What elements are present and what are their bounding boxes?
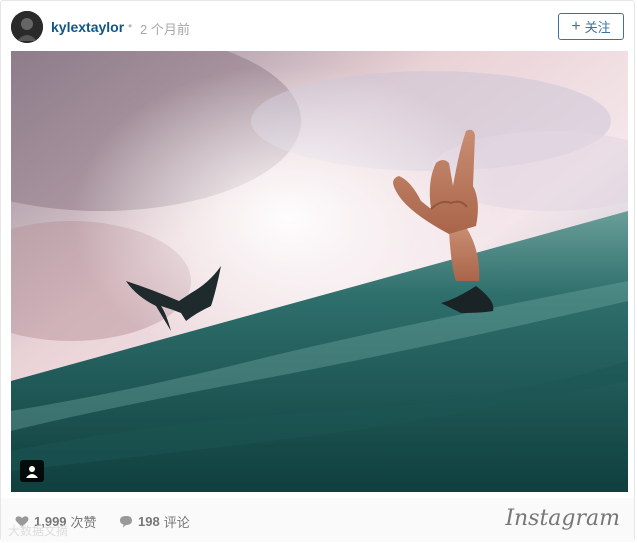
- likes-label: 次赞: [70, 515, 97, 530]
- comments-count: 198: [138, 514, 160, 529]
- instagram-logo[interactable]: Instagram: [505, 506, 620, 531]
- post-timestamp[interactable]: 2 个月前: [140, 19, 190, 38]
- tagged-users-button[interactable]: [20, 460, 44, 482]
- follow-label: 关注: [584, 20, 611, 35]
- post-header: kylextaylor • 2 个月前 + 关注: [1, 1, 634, 51]
- comments-summary[interactable]: 198 评论: [119, 512, 190, 531]
- comment-icon: [120, 516, 132, 528]
- comments-label: 评论: [163, 515, 190, 530]
- plus-icon: +: [571, 17, 581, 35]
- post-photo[interactable]: [11, 51, 628, 492]
- separator-dot: •: [128, 19, 133, 33]
- person-icon: [26, 466, 38, 478]
- follow-button[interactable]: + 关注: [558, 13, 624, 40]
- avatar[interactable]: [11, 11, 43, 43]
- username-link[interactable]: kylextaylor: [51, 19, 124, 35]
- watermark-text: 大数据文摘: [8, 524, 69, 538]
- post-card: kylextaylor • 2 个月前 + 关注 1,999 次赞 198 评论…: [0, 0, 635, 542]
- post-footer: 1,999 次赞 198 评论 Instagram: [1, 498, 634, 542]
